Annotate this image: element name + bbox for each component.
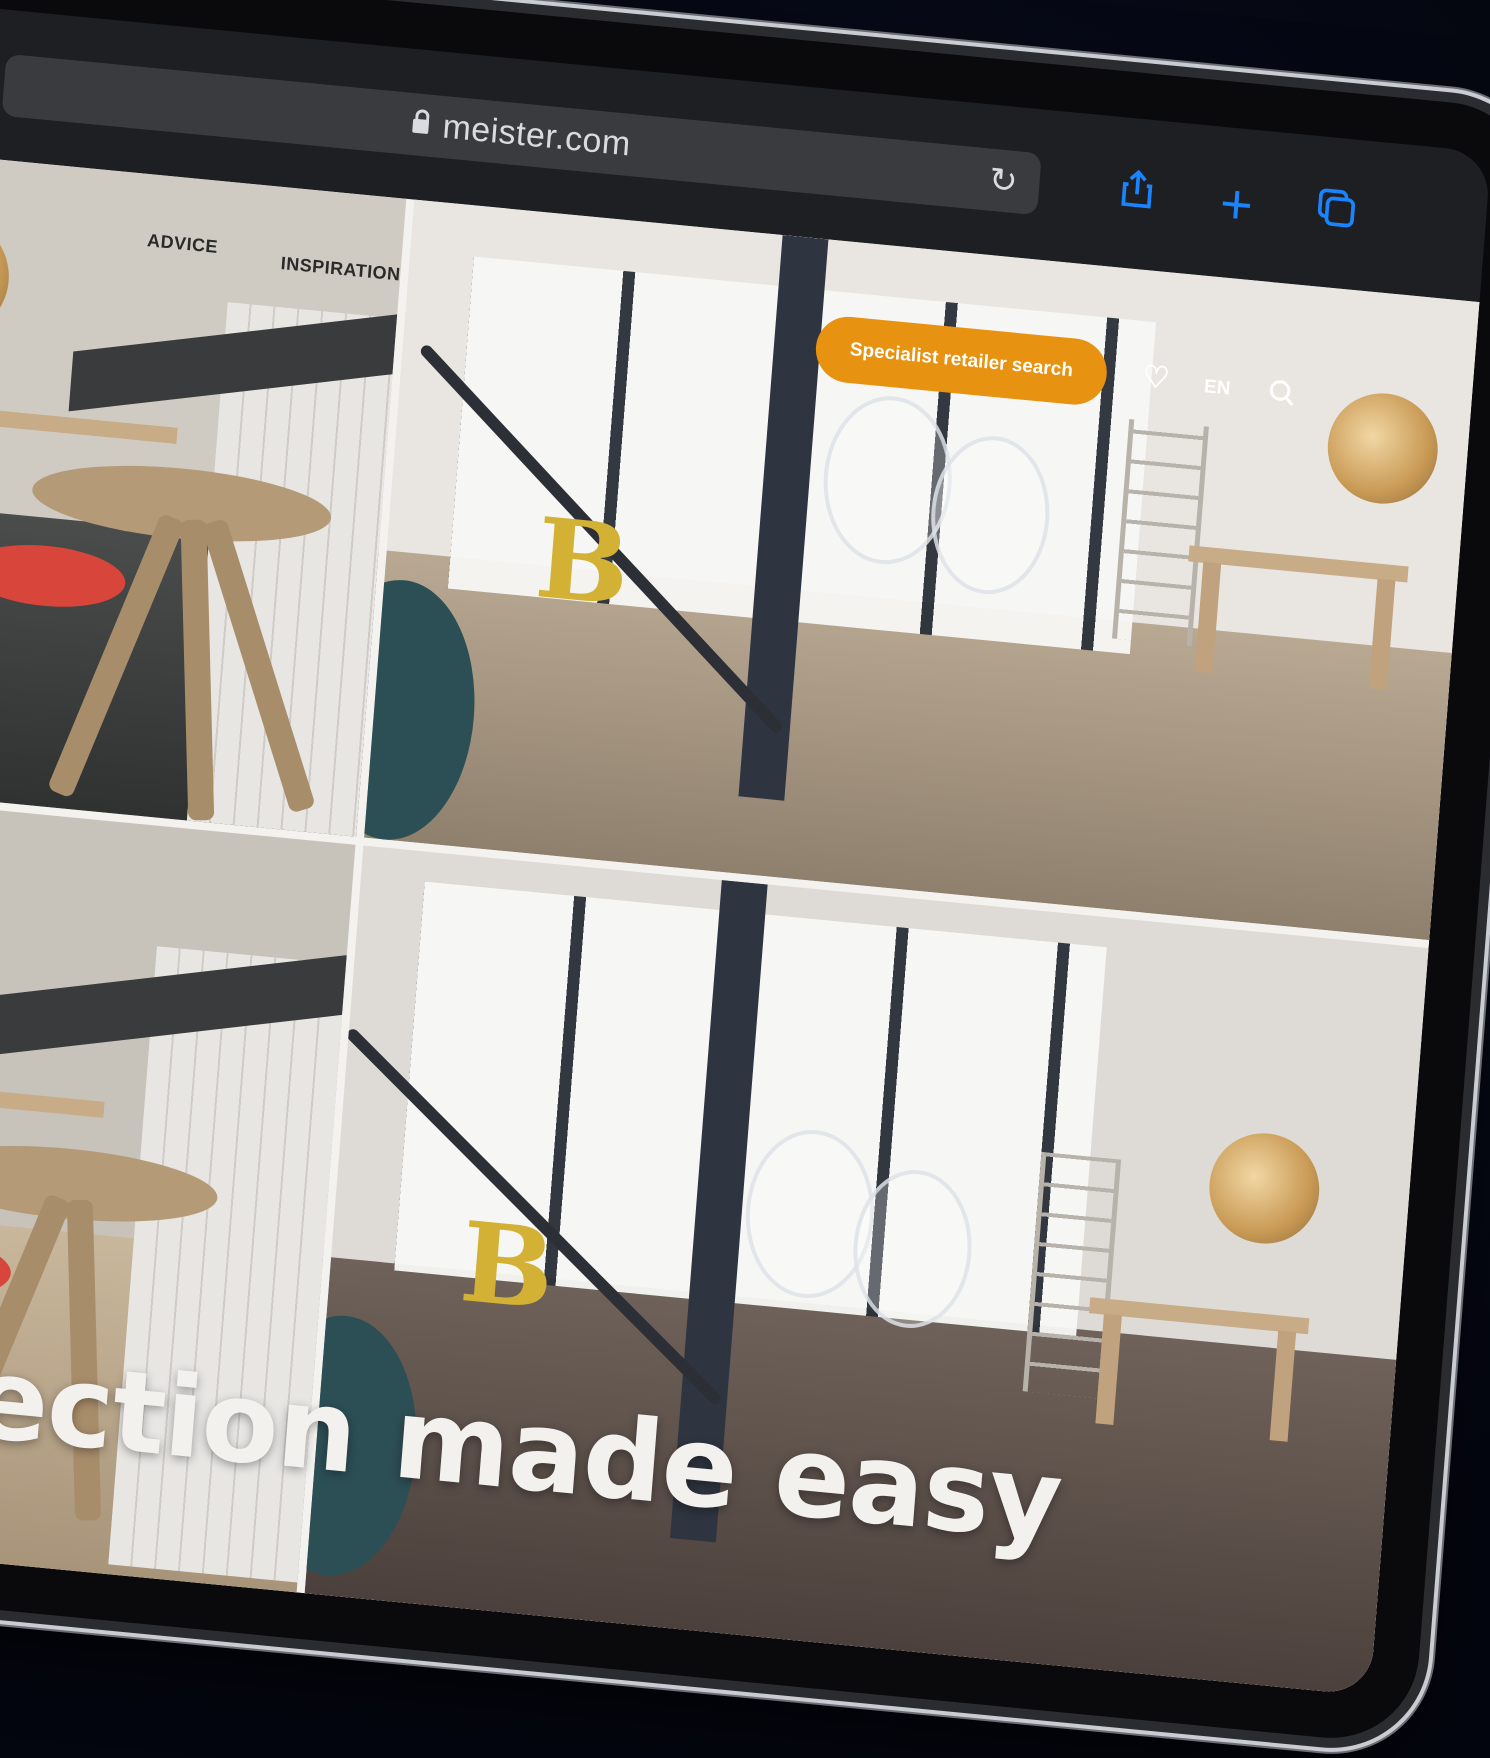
room-image-dark-brown-floor: B (304, 845, 1429, 1696)
tablet-screen: meister.com ↻ + B B ADVICE INSPIRATION S… (0, 4, 1490, 1696)
search-icon[interactable] (1265, 376, 1298, 413)
background: meister.com ↻ + B B ADVICE INSPIRATION S… (0, 0, 1490, 1758)
tablet-device: meister.com ↻ + B B ADVICE INSPIRATION S… (0, 0, 1490, 1747)
share-icon[interactable] (1107, 164, 1167, 225)
language-selector[interactable]: EN (1203, 376, 1231, 399)
reload-icon[interactable]: ↻ (988, 161, 1019, 202)
room-image-light-oak-floor: B (364, 199, 1480, 941)
url-display[interactable]: meister.com (411, 105, 632, 165)
url-text: meister.com (441, 107, 633, 164)
website-content: B B ADVICE INSPIRATION Specialist retail… (0, 153, 1480, 1696)
new-tab-icon[interactable]: + (1206, 171, 1266, 237)
heart-icon[interactable]: ♡ (1141, 360, 1170, 395)
lock-icon (412, 118, 430, 135)
tabs-icon[interactable] (1306, 183, 1366, 244)
